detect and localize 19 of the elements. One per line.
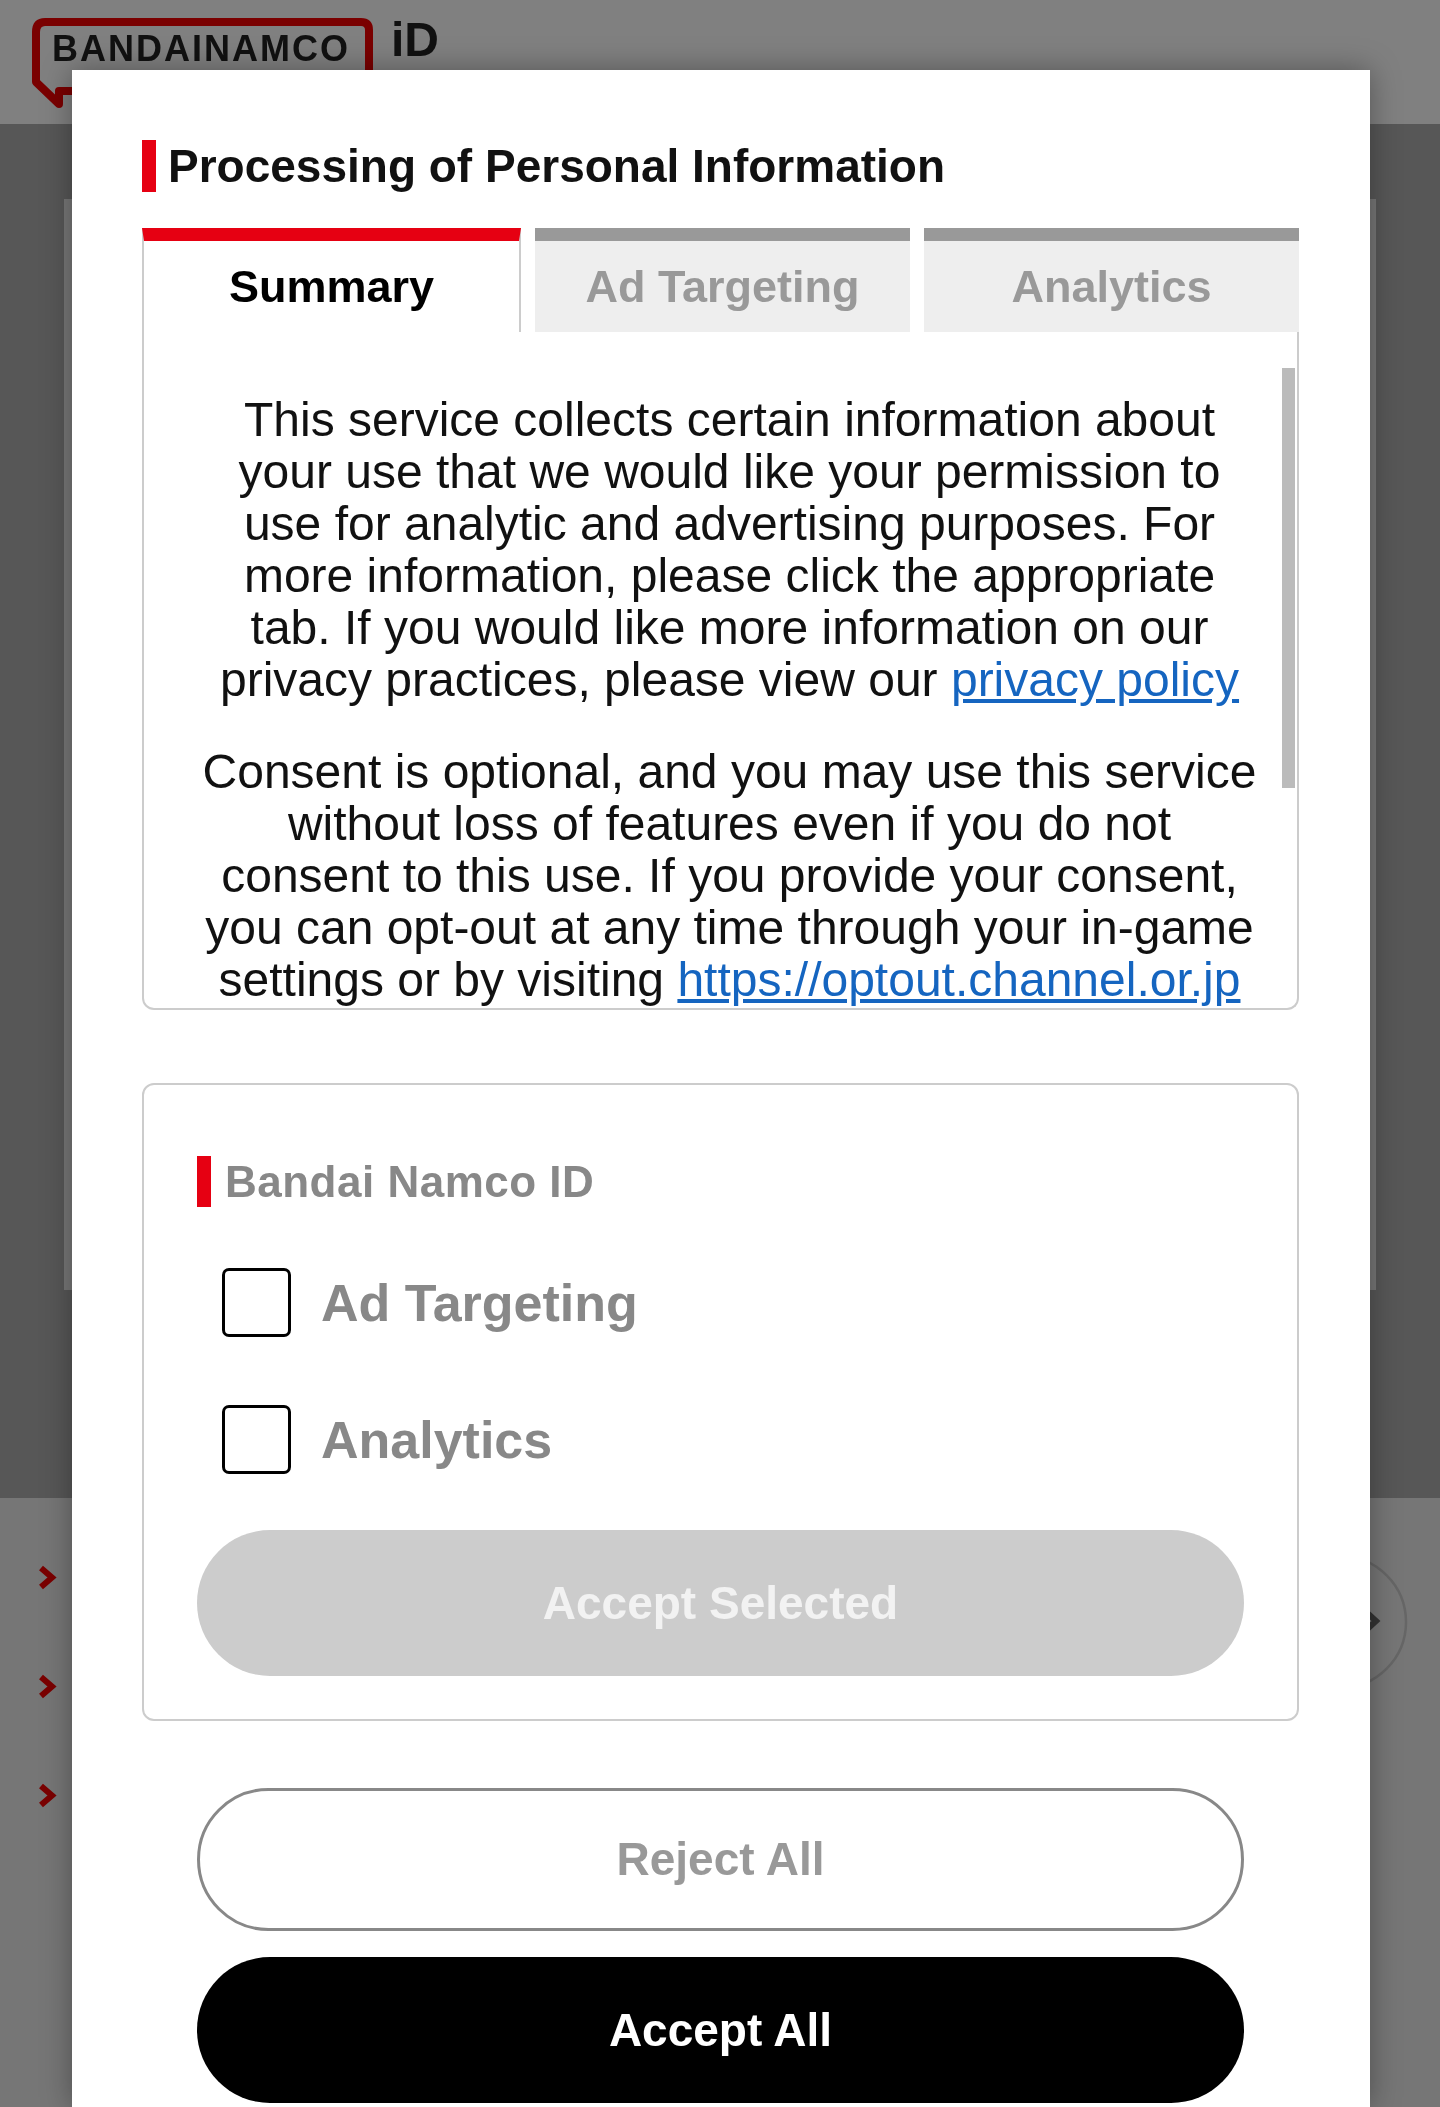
opt-out-link[interactable]: https://optout.channel.or.jp [677,953,1241,1006]
title-accent-bar [142,140,156,192]
tab[interactable]: Ad Targeting [535,228,910,332]
consent-group-heading: Bandai Namco ID [225,1159,595,1204]
checkbox[interactable] [222,1268,291,1337]
summary-paragraph: Consent is optional, and you may use this service without loss of features even if you do not consent to this use. If you provide your consent, you can opt-out at any time through your in-game settings or by visiting https://optout.channel.or.jp [202,746,1257,1006]
heading-accent-bar [197,1156,211,1207]
tab[interactable]: Summary [142,228,521,332]
logo-wordmark: BANDAINAMCO [52,31,350,67]
checkbox[interactable] [222,1405,291,1474]
summary-paragraph: This service collects certain information about your use that we would like your permission to use for analytic and advertising purposes. For more information, please click the appropriate tab. If you would like more information on our privacy practices, please view our privacy policy [218,394,1241,706]
logo-id: iD [391,16,439,64]
chevron-right-icon [39,1565,57,1590]
privacy-policy-link[interactable]: privacy policy [950,653,1240,706]
reject-all-button[interactable]: Reject All [197,1788,1244,1931]
chevron-right-icon [39,1674,57,1699]
accept-all-button[interactable]: Accept All [197,1957,1244,2103]
tab[interactable]: Analytics [924,228,1299,332]
chevron-right-icon [39,1783,57,1808]
